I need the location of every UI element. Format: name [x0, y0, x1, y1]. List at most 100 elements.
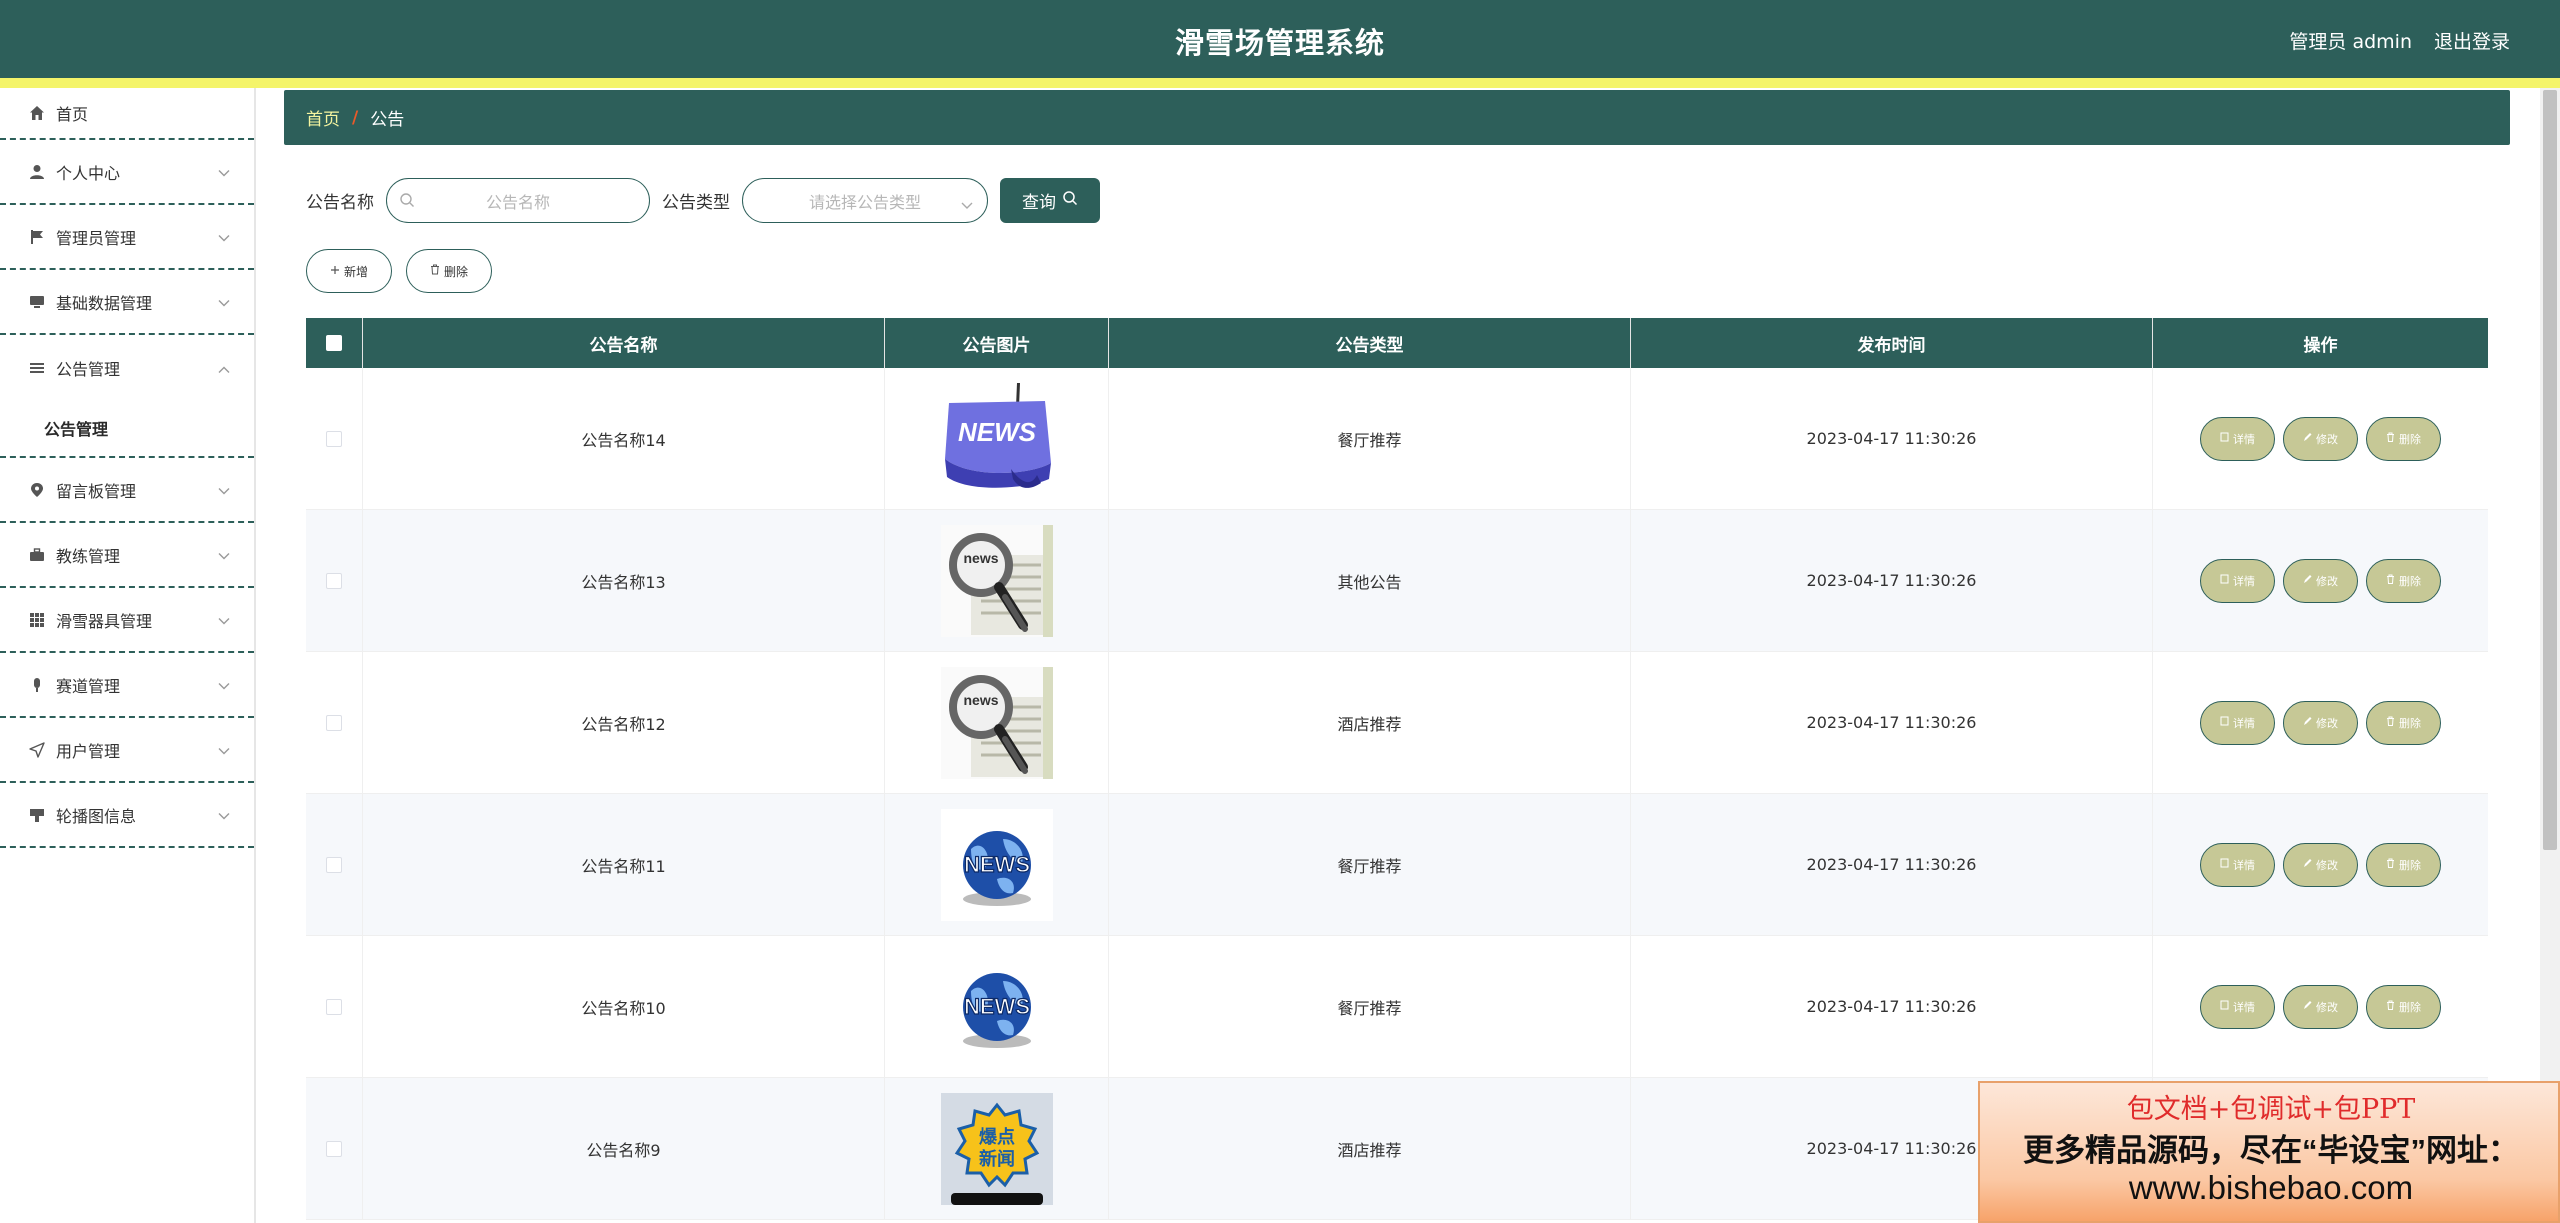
detail-button[interactable]: 详情 [2200, 842, 2275, 887]
sidebar-subitem-notice[interactable]: 公告管理 [0, 400, 254, 458]
sidebar-item-notice-management[interactable]: 公告管理 [0, 335, 254, 400]
news-magnifier-image[interactable]: news [940, 524, 1053, 637]
edit-label: 修改 [2316, 574, 2338, 588]
detail-button[interactable]: 详情 [2200, 984, 2275, 1029]
table-row: 公告名称13 news 其他公告 2023-04-17 11:30:26 详情 … [306, 510, 2488, 652]
news-magnifier-image[interactable]: news [940, 666, 1053, 779]
home-icon [28, 104, 46, 122]
pencil-icon [2303, 1000, 2312, 1013]
column-header-op: 操作 [2303, 335, 2338, 356]
sidebar-item-carousel-info[interactable]: 轮播图信息 [0, 783, 254, 848]
notice-type-label: 公告类型 [662, 193, 730, 213]
row-checkbox[interactable] [326, 1140, 342, 1157]
row-checkbox[interactable] [326, 856, 342, 873]
sidebar-item-equipment-management[interactable]: 滑雪器具管理 [0, 588, 254, 653]
column-header-pic: 公告图片 [885, 318, 1109, 368]
row-checkbox-cell [306, 510, 363, 651]
table-row: 公告名称10 NEWS 餐厅推荐 2023-04-17 11:30:26 详情 … [306, 936, 2488, 1078]
sidebar-item-base-data[interactable]: 基础数据管理 [0, 270, 254, 335]
location-icon [28, 481, 46, 499]
cell-type: 餐厅推荐 [1109, 794, 1631, 935]
row-checkbox[interactable] [326, 998, 342, 1015]
cell-pic: NEWS [885, 794, 1109, 935]
add-button[interactable]: 新增 [306, 249, 392, 293]
document-icon [2220, 1000, 2229, 1013]
news-globe-image[interactable]: NEWS [940, 808, 1053, 921]
news-globe-image[interactable]: NEWS [940, 950, 1053, 1063]
delete-button[interactable]: 删除 [2366, 558, 2441, 603]
row-checkbox[interactable] [326, 572, 342, 589]
sidebar-item-personal-center[interactable]: 个人中心 [0, 140, 254, 205]
breadcrumb-current: 公告 [370, 110, 405, 130]
chevron-up-icon [218, 358, 230, 377]
notice-name-input[interactable]: 公告名称 [386, 178, 650, 223]
column-header-name[interactable]: 公告名称 [363, 318, 885, 368]
cell-type: 酒店推荐 [1109, 1078, 1631, 1219]
edit-label: 修改 [2316, 858, 2338, 872]
column-header-type[interactable]: 公告类型 [1109, 318, 1631, 368]
sidebar-item-home[interactable]: 首页 [0, 88, 254, 140]
chevron-down-icon [218, 162, 230, 181]
cell-name: 公告名称13 [363, 510, 885, 651]
breadcrumb-home[interactable]: 首页 [306, 105, 340, 130]
action-bar: 新增 删除 [306, 249, 492, 293]
document-icon [2220, 432, 2229, 445]
table-header: 公告名称 公告图片 公告类型 发布时间 操作 [306, 318, 2488, 368]
scrollbar-thumb[interactable] [2543, 90, 2557, 850]
breadcrumb: 首页 / 公告 [284, 90, 2510, 145]
column-header-time[interactable]: 发布时间 [1631, 318, 2153, 368]
logout-link[interactable]: 退出登录 [2434, 27, 2510, 54]
edit-button[interactable]: 修改 [2283, 700, 2358, 745]
sidebar-item-user-management[interactable]: 用户管理 [0, 718, 254, 783]
search-icon [399, 192, 415, 212]
row-checkbox[interactable] [326, 714, 342, 731]
edit-button[interactable]: 修改 [2283, 558, 2358, 603]
edit-button[interactable]: 修改 [2283, 984, 2358, 1029]
ad-line-2: 更多精品源码，尽在“毕设宝”网址： [2023, 1133, 2519, 1168]
chevron-down-icon [218, 675, 230, 694]
search-icon [1062, 190, 1078, 211]
detail-button[interactable]: 详情 [2200, 416, 2275, 461]
news-keyboard-image[interactable]: NEWS [940, 382, 1053, 495]
chevron-down-icon [218, 610, 230, 629]
delete-button[interactable]: 删除 [2366, 416, 2441, 461]
user-icon [28, 163, 46, 181]
document-icon [2220, 716, 2229, 729]
cell-pic: news [885, 652, 1109, 793]
page-scrollbar[interactable] [2540, 88, 2560, 1223]
row-checkbox-cell [306, 794, 363, 935]
row-checkbox[interactable] [326, 430, 342, 447]
edit-button[interactable]: 修改 [2283, 416, 2358, 461]
sidebar-item-label: 公告管理 [56, 359, 121, 379]
sidebar-item-admin-management[interactable]: 管理员管理 [0, 205, 254, 270]
top-header: 滑雪场管理系统 管理员 admin 退出登录 [0, 0, 2560, 78]
breaking-news-image[interactable]: 爆点 新闻 [940, 1092, 1053, 1205]
detail-button[interactable]: 详情 [2200, 558, 2275, 603]
notice-type-select[interactable]: 请选择公告类型 [742, 178, 988, 223]
delete-button[interactable]: 删除 [2366, 700, 2441, 745]
row-checkbox-cell [306, 652, 363, 793]
trash-icon [2386, 574, 2395, 587]
sidebar-item-coach-management[interactable]: 教练管理 [0, 523, 254, 588]
chevron-down-icon [218, 740, 230, 759]
detail-label: 详情 [2233, 716, 2255, 730]
sidebar-item-track-management[interactable]: 赛道管理 [0, 653, 254, 718]
sidebar-item-message-board[interactable]: 留言板管理 [0, 458, 254, 523]
monitor-icon [28, 293, 46, 311]
edit-button[interactable]: 修改 [2283, 842, 2358, 887]
query-button[interactable]: 查询 [1000, 178, 1100, 223]
batch-delete-button[interactable]: 删除 [406, 249, 492, 293]
detail-button[interactable]: 详情 [2200, 700, 2275, 745]
document-icon [2220, 574, 2229, 587]
ad-line-1: 包文档+包调试+包PPT [2126, 1094, 2416, 1125]
delete-button[interactable]: 删除 [2366, 984, 2441, 1029]
select-all-checkbox[interactable] [326, 335, 342, 351]
cell-pic: news [885, 510, 1109, 651]
svg-text:爆点: 爆点 [979, 1126, 1015, 1148]
watermark-ad-banner: 包文档+包调试+包PPT 更多精品源码，尽在“毕设宝”网址： www.bishe… [1978, 1081, 2560, 1223]
cell-type: 其他公告 [1109, 510, 1631, 651]
edit-label: 修改 [2316, 1000, 2338, 1014]
send-icon [28, 741, 46, 759]
delete-button[interactable]: 删除 [2366, 842, 2441, 887]
delete-label: 删除 [2399, 1000, 2421, 1014]
